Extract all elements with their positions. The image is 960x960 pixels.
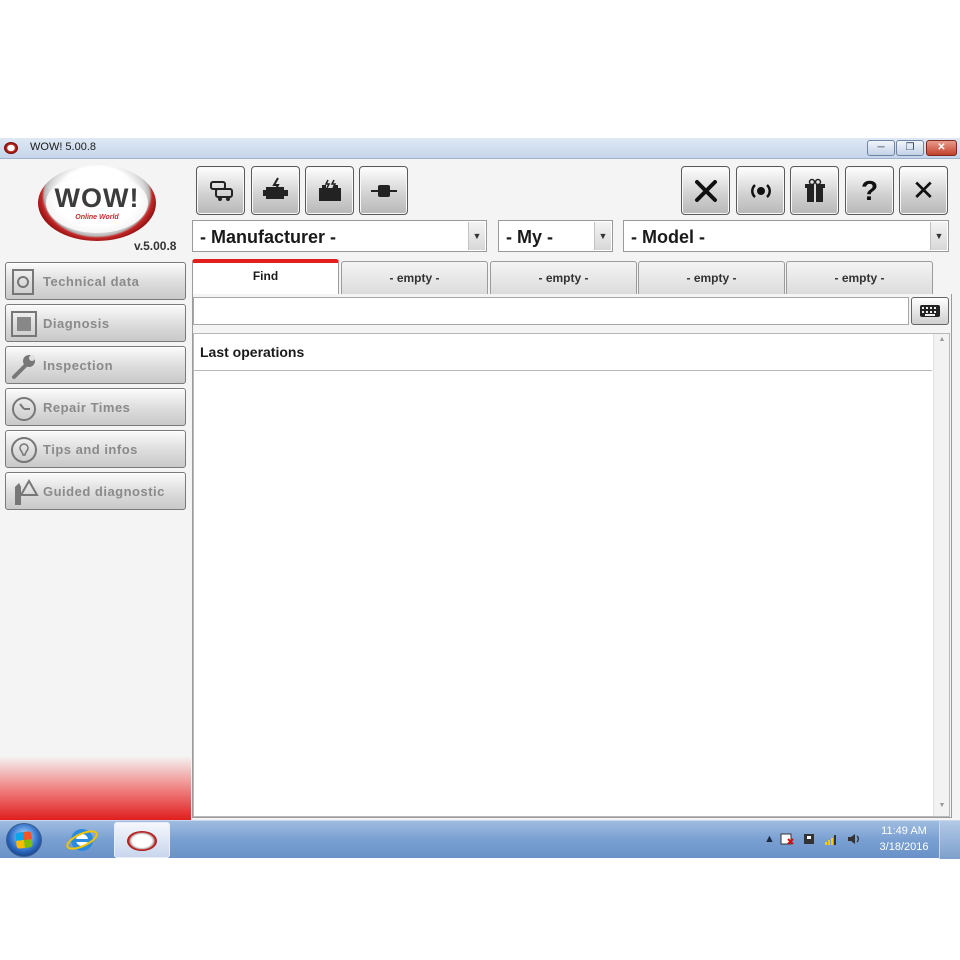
network-signal-icon[interactable] bbox=[824, 832, 840, 846]
wrench-icon bbox=[12, 355, 35, 379]
volume-icon[interactable] bbox=[846, 832, 862, 846]
sidebar-item-technical-data[interactable]: Technical data bbox=[5, 262, 186, 300]
system-tray: ▲ bbox=[760, 821, 872, 859]
vehicle-selection-icon bbox=[209, 180, 233, 201]
minimize-button[interactable]: ─ bbox=[867, 140, 895, 156]
exit-button[interactable]: ✕ bbox=[899, 166, 948, 215]
wow-logo: WOW! Online World bbox=[38, 165, 156, 241]
help-button[interactable]: ? bbox=[845, 166, 894, 215]
battery-button[interactable] bbox=[305, 166, 354, 215]
maximize-button[interactable]: ❐ bbox=[896, 140, 924, 156]
sidebar-item-inspection[interactable]: Inspection bbox=[5, 346, 186, 384]
logo-subtext: Online World bbox=[75, 214, 119, 221]
wow-taskbar-button[interactable] bbox=[114, 822, 170, 858]
connector-icon bbox=[370, 184, 397, 197]
engine-icon bbox=[262, 177, 288, 199]
model-select-value: - Model - bbox=[631, 227, 705, 247]
taskbar: ▲ 11:49 AM 3/18/2016 bbox=[0, 820, 960, 859]
manufacturer-select-value: - Manufacturer - bbox=[200, 227, 337, 247]
tools-icon bbox=[694, 179, 717, 202]
sidebar-item-label: Guided diagnostic bbox=[43, 484, 165, 499]
device-icon[interactable] bbox=[802, 832, 816, 846]
tray-expand-icon[interactable]: ▲ bbox=[764, 833, 775, 845]
clock-date[interactable]: 3/18/2016 bbox=[878, 841, 930, 853]
show-desktop-button[interactable] bbox=[939, 821, 960, 859]
sidebar-item-tips-and-infos[interactable]: Tips and infos bbox=[5, 430, 186, 468]
sidebar-item-repair-times[interactable]: Repair Times bbox=[5, 388, 186, 426]
tab-empty-4[interactable]: - empty - bbox=[786, 261, 933, 294]
my-select-value: - My - bbox=[506, 227, 553, 247]
title-bar[interactable]: WOW! 5.00.8 ─ ❐ ✕ bbox=[0, 138, 960, 159]
chevron-down-icon[interactable]: ▼ bbox=[468, 222, 485, 250]
technical-data-icon bbox=[12, 269, 34, 295]
tab-empty-1[interactable]: - empty - bbox=[341, 261, 488, 294]
bluetooth-button[interactable] bbox=[736, 166, 785, 215]
gift-icon bbox=[804, 178, 825, 202]
sidebar-item-label: Technical data bbox=[43, 274, 140, 289]
clock-time[interactable]: 11:49 AM bbox=[878, 825, 930, 837]
tab-find[interactable]: Find bbox=[192, 259, 339, 294]
battery-icon bbox=[318, 179, 341, 201]
scrollbar[interactable]: ▲ ▼ bbox=[933, 334, 949, 816]
windows-logo-icon bbox=[15, 831, 33, 849]
sidebar-red-gradient bbox=[0, 756, 191, 820]
guided-diagnostic-icon bbox=[15, 478, 39, 505]
vehicle-selection-button[interactable] bbox=[196, 166, 245, 215]
chevron-down-icon[interactable]: ▼ bbox=[594, 222, 611, 250]
lightbulb-icon bbox=[11, 437, 37, 463]
manufacturer-select[interactable]: - Manufacturer - ▼ bbox=[192, 220, 487, 252]
logo-inner: WOW! Online World bbox=[46, 173, 148, 233]
sidebar-item-guided-diagnostic[interactable]: Guided diagnostic bbox=[5, 472, 186, 510]
wow-taskbar-icon bbox=[127, 831, 157, 851]
keyboard-button[interactable] bbox=[911, 297, 949, 325]
logo-text: WOW! bbox=[54, 183, 140, 213]
search-input[interactable] bbox=[193, 297, 909, 325]
internet-explorer-button[interactable] bbox=[62, 825, 102, 855]
sidebar-item-label: Tips and infos bbox=[43, 442, 138, 457]
gift-button[interactable] bbox=[790, 166, 839, 215]
list-header: Last operations bbox=[200, 344, 305, 360]
model-select[interactable]: - Model - ▼ bbox=[623, 220, 949, 252]
version-label: v.5.00.8 bbox=[134, 239, 177, 253]
last-operations-list[interactable]: Last operations ▲ ▼ bbox=[193, 333, 950, 817]
sidebar-item-label: Inspection bbox=[43, 358, 114, 373]
sidebar-item-label: Repair Times bbox=[43, 400, 131, 415]
action-center-icon[interactable] bbox=[780, 832, 794, 846]
start-button[interactable] bbox=[6, 823, 42, 857]
tab-empty-2[interactable]: - empty - bbox=[490, 261, 637, 294]
diagnosis-icon bbox=[11, 311, 37, 337]
bluetooth-icon bbox=[750, 183, 771, 198]
my-select[interactable]: - My - ▼ bbox=[498, 220, 613, 252]
engine-button[interactable] bbox=[251, 166, 300, 215]
chevron-down-icon[interactable]: ▼ bbox=[930, 222, 947, 250]
keyboard-icon bbox=[920, 305, 940, 317]
window-title: WOW! 5.00.8 bbox=[30, 141, 97, 153]
internet-explorer-icon bbox=[66, 829, 98, 851]
app-screen: WOW! 5.00.8 ─ ❐ ✕ WOW! Online World v.5.… bbox=[0, 138, 960, 859]
app-icon bbox=[4, 142, 18, 154]
tab-empty-3[interactable]: - empty - bbox=[638, 261, 785, 294]
sidebar-item-diagnosis[interactable]: Diagnosis bbox=[5, 304, 186, 342]
connector-button[interactable] bbox=[359, 166, 408, 215]
scroll-up-icon[interactable]: ▲ bbox=[934, 336, 950, 348]
sidebar-item-label: Diagnosis bbox=[43, 316, 110, 331]
divider bbox=[194, 370, 932, 371]
scroll-down-icon[interactable]: ▼ bbox=[934, 802, 950, 814]
close-window-button[interactable]: ✕ bbox=[926, 140, 957, 156]
tools-button[interactable] bbox=[681, 166, 730, 215]
stopwatch-icon bbox=[12, 397, 36, 421]
